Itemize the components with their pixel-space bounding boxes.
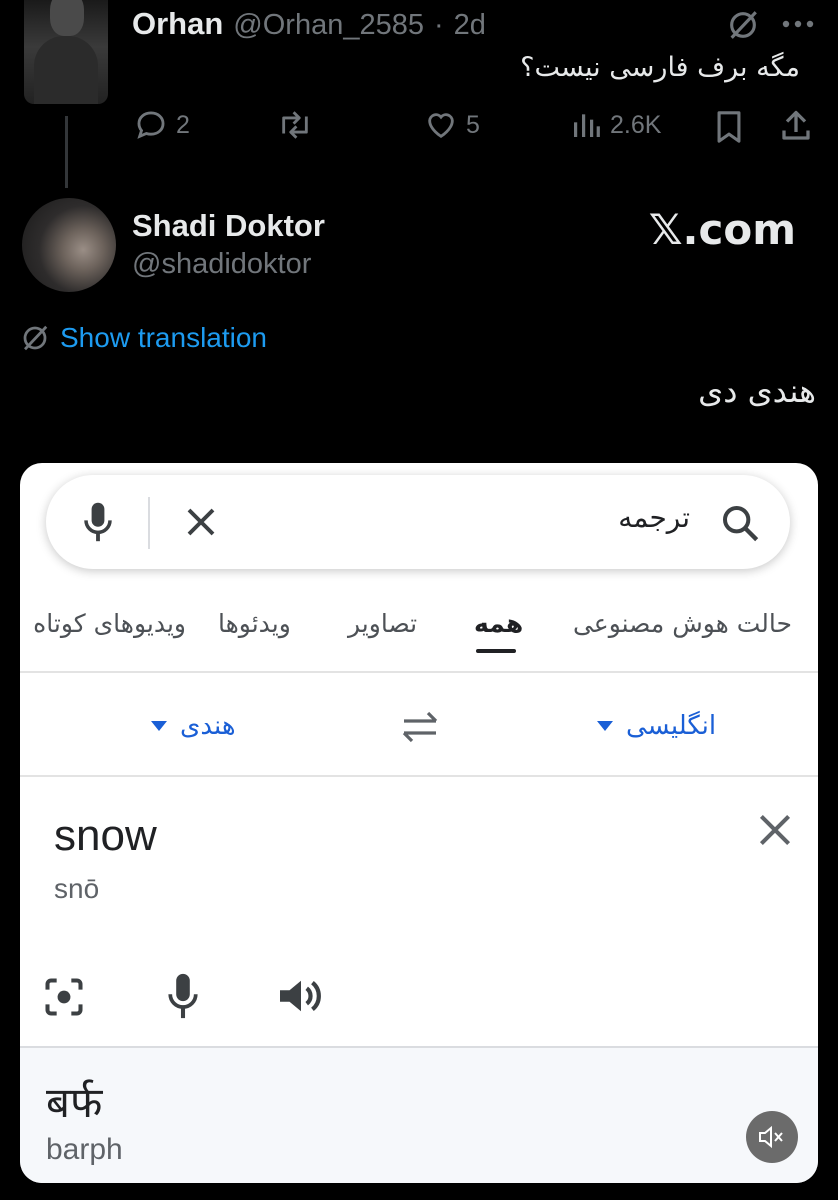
- divider: [20, 671, 818, 673]
- tab-images[interactable]: تصاویر: [348, 609, 417, 638]
- bookmark-icon[interactable]: [714, 110, 744, 144]
- repost-icon: [282, 111, 308, 139]
- views-button[interactable]: 2.6K: [570, 108, 661, 142]
- show-translation-label: Show translation: [60, 322, 268, 353]
- share-icon[interactable]: [778, 108, 814, 144]
- dropdown-arrow-icon: [597, 721, 613, 731]
- active-tab-indicator: [476, 649, 516, 653]
- search-divider: [148, 497, 150, 549]
- post-time[interactable]: 2d: [454, 9, 486, 42]
- dropdown-arrow-icon: [151, 721, 167, 731]
- like-button[interactable]: 5: [424, 108, 480, 142]
- search-query[interactable]: ترجمه: [618, 501, 690, 534]
- embedded-screenshot[interactable]: ترجمه حالت هوش مصنوعی همه تصاویر ویدئوها…: [20, 463, 818, 1183]
- heart-icon: [428, 113, 454, 139]
- clear-search-icon[interactable]: [186, 507, 216, 537]
- repost-button[interactable]: [276, 108, 314, 142]
- source-language: انگلیسی: [626, 711, 717, 741]
- reply-count: 2: [176, 110, 190, 139]
- translate-icon: [23, 325, 48, 351]
- like-count: 5: [466, 110, 480, 139]
- search-bar[interactable]: ترجمه: [46, 475, 790, 569]
- reply-button[interactable]: 2: [134, 108, 190, 142]
- reply-text: مگه برف فارسی نیست؟: [520, 52, 800, 83]
- tab-videos[interactable]: ویدئوها: [218, 609, 291, 638]
- orhan-avatar[interactable]: [24, 0, 108, 104]
- tab-short-videos[interactable]: ویدیوهای کوتاه: [33, 609, 186, 638]
- divider: [20, 775, 818, 777]
- mute-icon: [759, 1125, 783, 1149]
- source-text[interactable]: snow: [54, 811, 157, 861]
- tab-ai-mode[interactable]: حالت هوش مصنوعی: [573, 609, 792, 638]
- voice-input-icon[interactable]: [166, 971, 200, 1021]
- camera-translate-icon[interactable]: [42, 975, 86, 1019]
- author-handle[interactable]: @Orhan_2585: [233, 9, 424, 42]
- watermark: 𝕏.com: [648, 205, 796, 254]
- more-options-icon[interactable]: [780, 18, 816, 30]
- swap-languages-icon[interactable]: [398, 709, 442, 745]
- source-phonetic: snō: [54, 873, 100, 904]
- translated-phonetic: barph: [46, 1133, 123, 1166]
- translation-result-area: [20, 1048, 818, 1183]
- source-language-select[interactable]: انگلیسی: [596, 711, 716, 741]
- dot-separator: ·: [433, 9, 444, 41]
- translate-off-icon[interactable]: [726, 8, 760, 42]
- search-icon[interactable]: [720, 503, 760, 543]
- author-name[interactable]: Orhan: [132, 6, 223, 42]
- clear-input-icon[interactable]: [758, 813, 792, 847]
- post-text: هندی دی: [698, 372, 816, 410]
- post-author-handle[interactable]: @shadidoktor: [132, 248, 311, 281]
- microphone-icon[interactable]: [82, 501, 114, 543]
- target-language: هندی: [180, 711, 236, 741]
- target-language-select[interactable]: هندی: [150, 711, 236, 741]
- speaker-icon[interactable]: [276, 975, 326, 1017]
- mute-button[interactable]: [746, 1111, 798, 1163]
- thread-line: [65, 116, 68, 188]
- reply-icon: [137, 111, 165, 139]
- tab-all[interactable]: همه: [474, 609, 523, 638]
- analytics-icon: [574, 114, 600, 137]
- post-author-name[interactable]: Shadi Doktor: [132, 208, 325, 244]
- translated-text[interactable]: बर्फ: [46, 1073, 102, 1130]
- reply-header: Orhan @Orhan_2585 · 2d: [132, 6, 486, 42]
- show-translation-link[interactable]: Show translation: [20, 322, 267, 354]
- shadi-avatar[interactable]: [22, 198, 116, 292]
- view-count: 2.6K: [610, 110, 662, 139]
